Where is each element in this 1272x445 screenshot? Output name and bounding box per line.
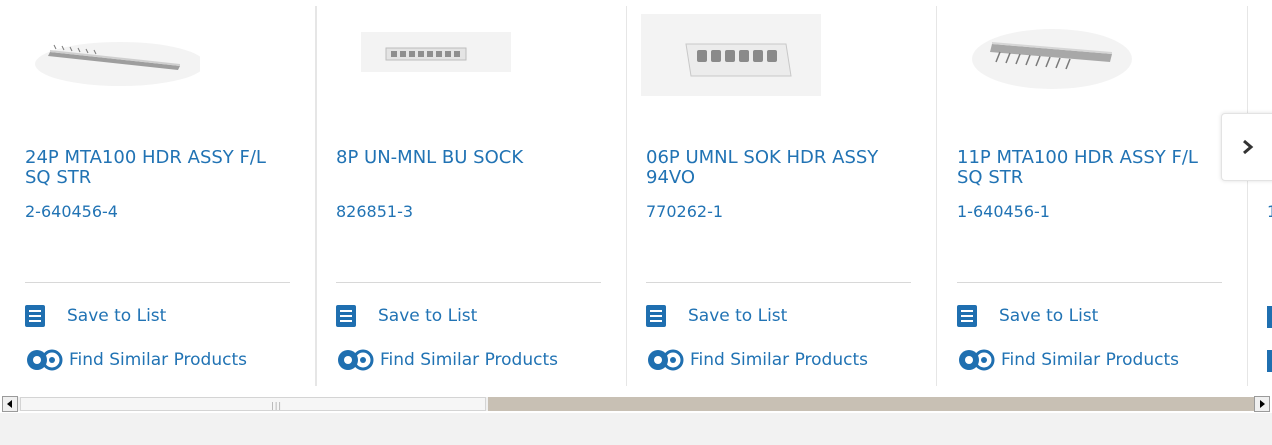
product-card-partial: 1: [1247, 6, 1272, 386]
grip-icon: |||: [271, 401, 283, 410]
product-image[interactable]: [952, 14, 1132, 96]
part-number[interactable]: 1-640456-1: [957, 202, 1050, 221]
find-similar-label: Find Similar Products: [380, 350, 558, 370]
scroll-left-button[interactable]: [2, 396, 18, 412]
product-card: 24P MTA100 HDR ASSY F/L SQ STR 2-640456-…: [0, 6, 316, 386]
part-number[interactable]: 826851-3: [336, 202, 413, 221]
product-image[interactable]: [331, 14, 511, 96]
save-to-list-button[interactable]: Save to List: [336, 304, 477, 328]
list-icon: [646, 305, 666, 327]
card-separator: [626, 6, 627, 386]
card-separator: [316, 6, 317, 386]
card-separator: [1247, 6, 1248, 386]
product-card: 06P UMNL SOK HDR ASSY 94VO 770262-1 Save…: [621, 6, 931, 386]
product-image[interactable]: [20, 14, 205, 96]
list-icon: [1267, 306, 1272, 328]
product-title[interactable]: 11P MTA100 HDR ASSY F/L SQ STR: [957, 148, 1207, 188]
card-separator: [936, 6, 937, 386]
save-to-list-button[interactable]: Save to List: [25, 304, 166, 328]
product-carousel: 24P MTA100 HDR ASSY F/L SQ STR 2-640456-…: [0, 0, 1272, 390]
horizontal-scrollbar[interactable]: |||: [0, 395, 1272, 413]
find-similar-label: Find Similar Products: [1001, 350, 1179, 370]
product-title[interactable]: 24P MTA100 HDR ASSY F/L SQ STR: [25, 148, 275, 188]
gears-icon: [27, 349, 63, 371]
find-similar-products-button[interactable]: Find Similar Products: [25, 347, 247, 373]
save-to-list-button[interactable]: Save to List: [957, 304, 1098, 328]
find-similar-label: Find Similar Products: [690, 350, 868, 370]
arrow-left-icon: [7, 400, 12, 408]
carousel-next-button[interactable]: [1221, 113, 1272, 181]
gears-icon: [648, 349, 684, 371]
product-title[interactable]: 8P UN-MNL BU SOCK: [336, 148, 586, 168]
gears-icon: [1267, 350, 1272, 372]
page-background: [0, 413, 1272, 445]
divider: [957, 282, 1222, 283]
save-to-list-label: Save to List: [999, 306, 1099, 326]
save-to-list-label: Save to List: [67, 306, 167, 326]
list-icon: [957, 305, 977, 327]
part-number[interactable]: 1: [1267, 202, 1272, 221]
save-to-list-label: Save to List: [378, 306, 478, 326]
product-image[interactable]: [641, 14, 821, 96]
scrollbar-thumb[interactable]: |||: [20, 397, 486, 411]
find-similar-products-button[interactable]: Find Similar Products: [646, 347, 868, 373]
list-icon: [336, 305, 356, 327]
divider: [336, 282, 601, 283]
find-similar-products-button[interactable]: Find Similar Products: [957, 347, 1179, 373]
part-number[interactable]: 770262-1: [646, 202, 723, 221]
gears-icon: [338, 349, 374, 371]
find-similar-label: Find Similar Products: [69, 350, 247, 370]
divider: [25, 282, 290, 283]
find-similar-products-button[interactable]: Find Similar Products: [336, 347, 558, 373]
product-title[interactable]: 06P UMNL SOK HDR ASSY 94VO: [646, 148, 896, 188]
save-to-list-button[interactable]: Save to List: [646, 304, 787, 328]
divider: [646, 282, 911, 283]
product-card: 8P UN-MNL BU SOCK 826851-3 Save to List …: [311, 6, 621, 386]
chevron-right-icon: [1243, 139, 1254, 155]
scrollbar-track-remaining[interactable]: [488, 397, 1254, 411]
arrow-right-icon: [1260, 400, 1265, 408]
part-number[interactable]: 2-640456-4: [25, 202, 118, 221]
product-card: 11P MTA100 HDR ASSY F/L SQ STR 1-640456-…: [932, 6, 1242, 386]
save-to-list-label: Save to List: [688, 306, 788, 326]
scroll-right-button[interactable]: [1254, 396, 1270, 412]
gears-icon: [959, 349, 995, 371]
list-icon: [25, 305, 45, 327]
